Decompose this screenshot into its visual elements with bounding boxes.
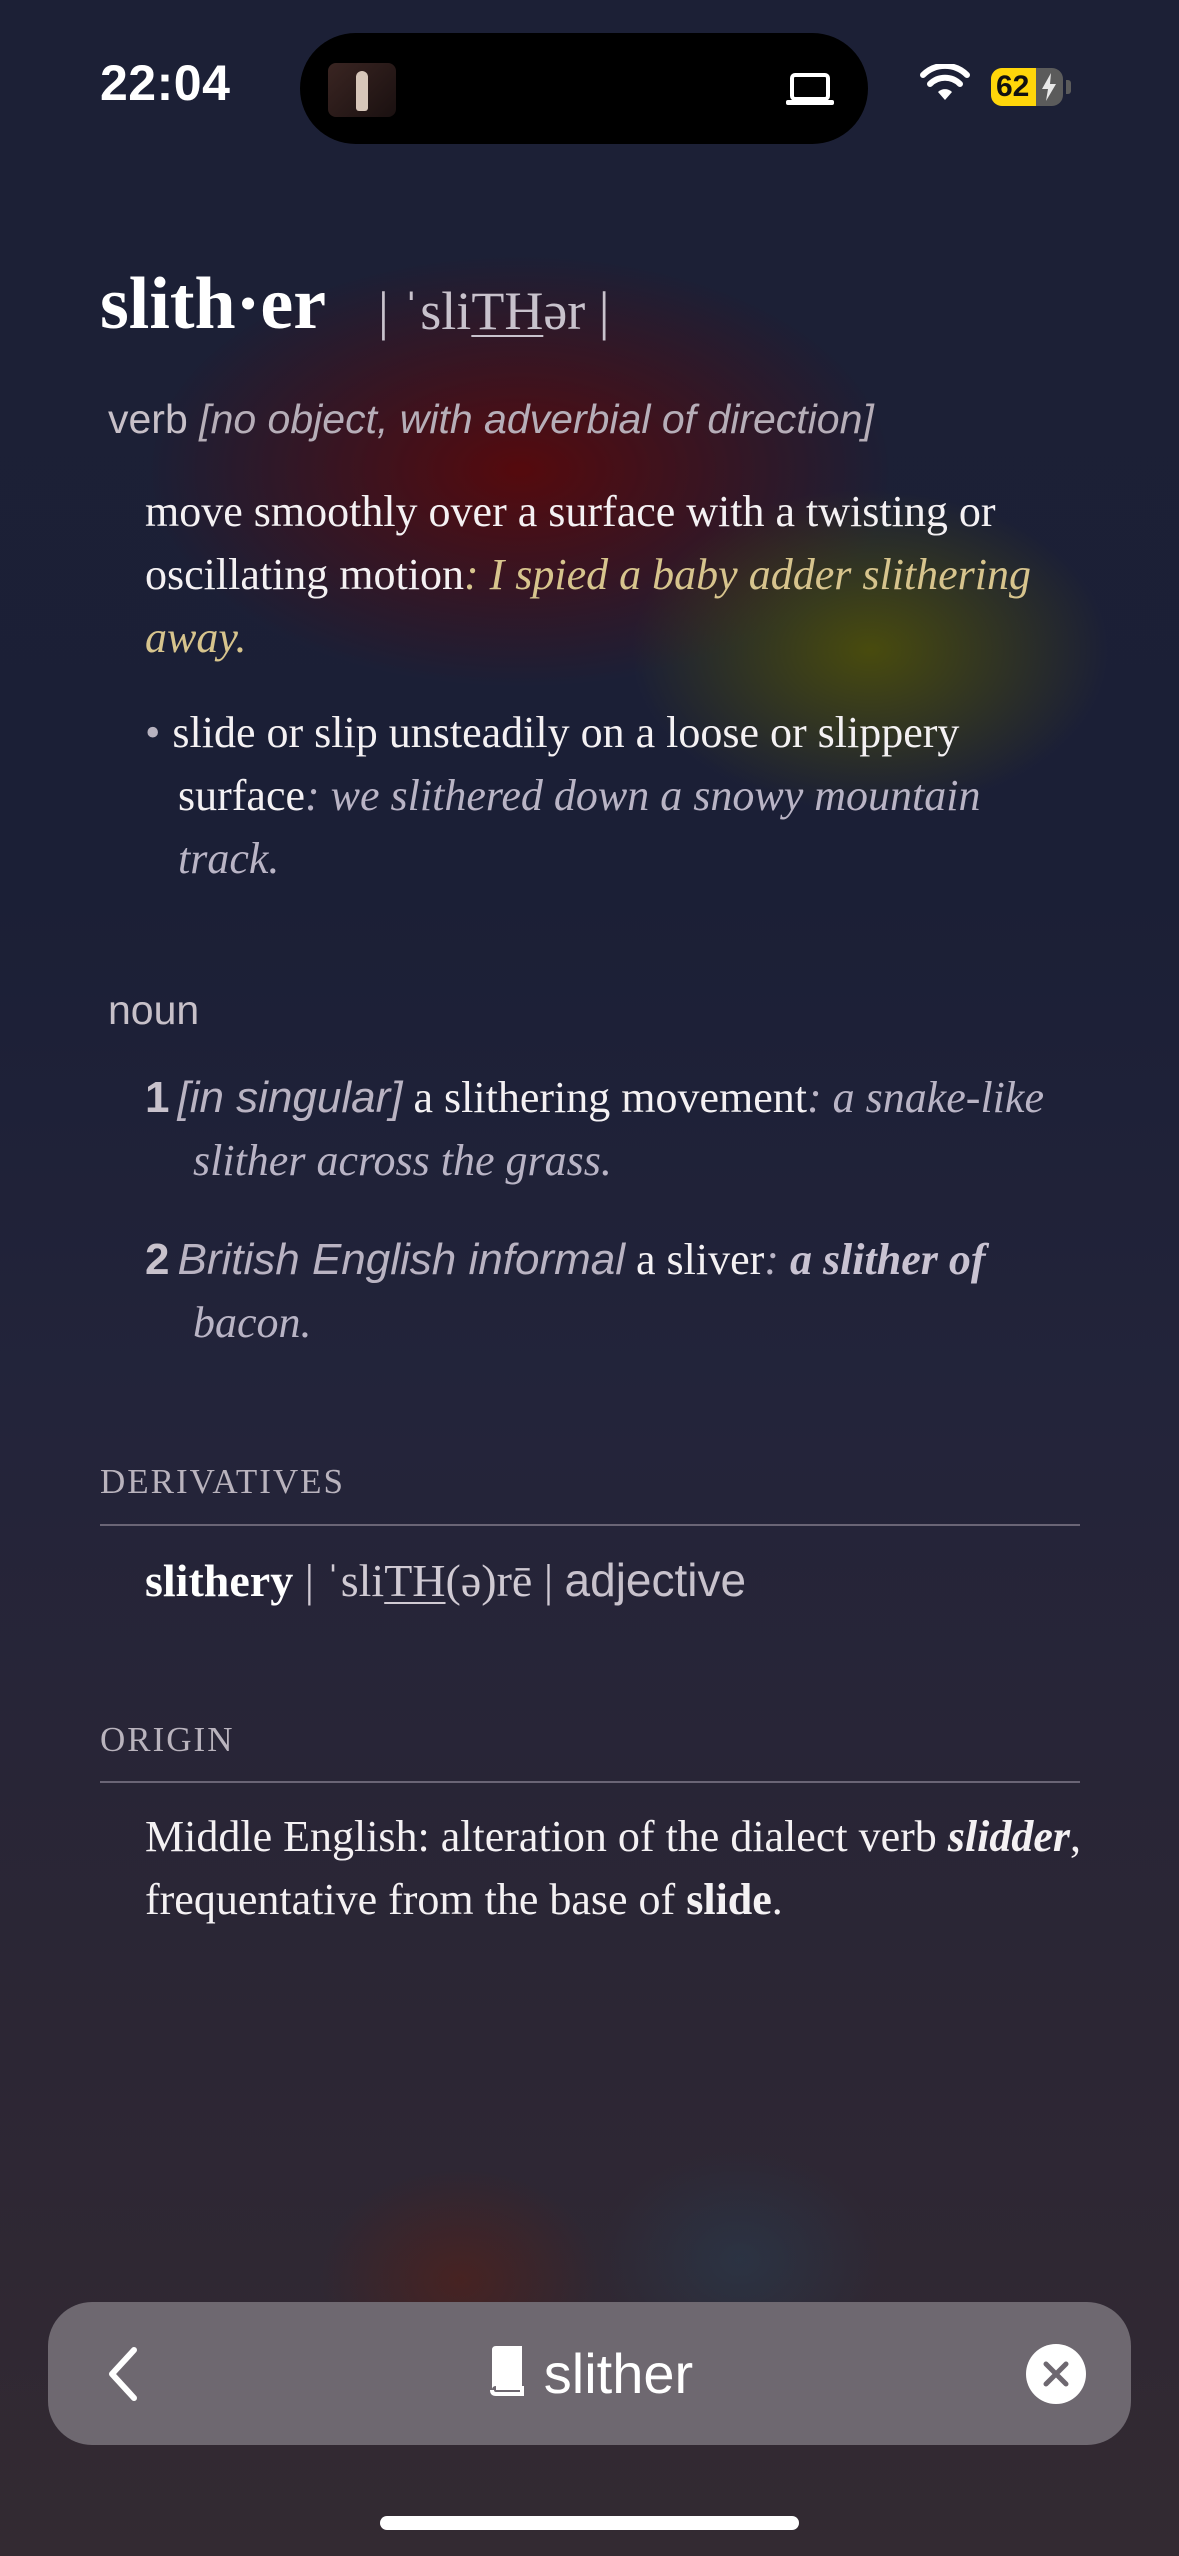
search-field[interactable]: slither [48,2302,1131,2445]
example-bold: a slither of [789,1235,986,1284]
grammar-qualifier: [in singular] [177,1073,403,1122]
register-label: British English informal [177,1235,625,1284]
status-time: 22:04 [100,55,231,111]
grammar-qualifier: [no object, with adverbial of direction] [199,396,874,442]
clear-button[interactable] [1026,2344,1086,2404]
definition-text: a sliver [635,1235,765,1284]
part-of-speech-noun: noun [108,987,200,1033]
headword: slith·er [100,263,327,345]
pronunciation: | ˈsliTHər | [378,281,610,341]
battery-cap [1066,80,1071,94]
sense-number: 2 [145,1235,170,1284]
derivative-pos: adjective [564,1554,747,1606]
noun-sense-1: 1 [in singular] a slithering movement: a … [145,1073,1044,1185]
sense-number: 1 [145,1073,170,1122]
search-bar[interactable]: slither [48,2302,1131,2445]
battery-level: 62 [996,70,1030,103]
definition-text: a slithering movement [413,1073,807,1122]
battery-indicator: 62 [991,68,1063,106]
divider [100,1781,1080,1783]
derivative-word: slithery [145,1555,294,1606]
clear-icon [1043,2361,1069,2387]
dynamic-island[interactable] [300,33,868,144]
bullet: • [145,708,161,757]
origin-word-slidder: slidder [947,1812,1070,1861]
part-of-speech-verb: verb [no object, with adverbial of direc… [108,396,874,442]
noun-sense-2: 2 British English informal a sliver: a sl… [145,1235,986,1347]
origin-word-slide: slide [686,1875,772,1924]
derivatives-heading: DERIVATIVES [100,1462,345,1501]
verb-subsense: • slide or slip unsteadily on a loose or … [145,708,981,883]
book-icon [486,2346,526,2401]
example-text: bacon. [193,1298,312,1347]
derivative-entry: slithery | ˈsliTH(ə)rē | adjective [145,1553,746,1607]
wifi-icon [920,62,970,107]
origin-text: Middle English: alteration of the dialec… [145,1812,1081,1924]
charging-bolt-icon [1041,73,1057,106]
search-query: slither [543,2342,694,2405]
origin-heading: ORIGIN [100,1720,235,1759]
divider [100,1524,1080,1526]
media-thumbnail [328,63,396,117]
laptop-icon [784,69,836,114]
verb-sense-1: move smoothly over a surface with a twis… [145,487,1032,662]
home-indicator[interactable] [380,2516,799,2530]
derivative-pronunciation: | ˈsliTH(ə)rē | [304,1555,554,1606]
